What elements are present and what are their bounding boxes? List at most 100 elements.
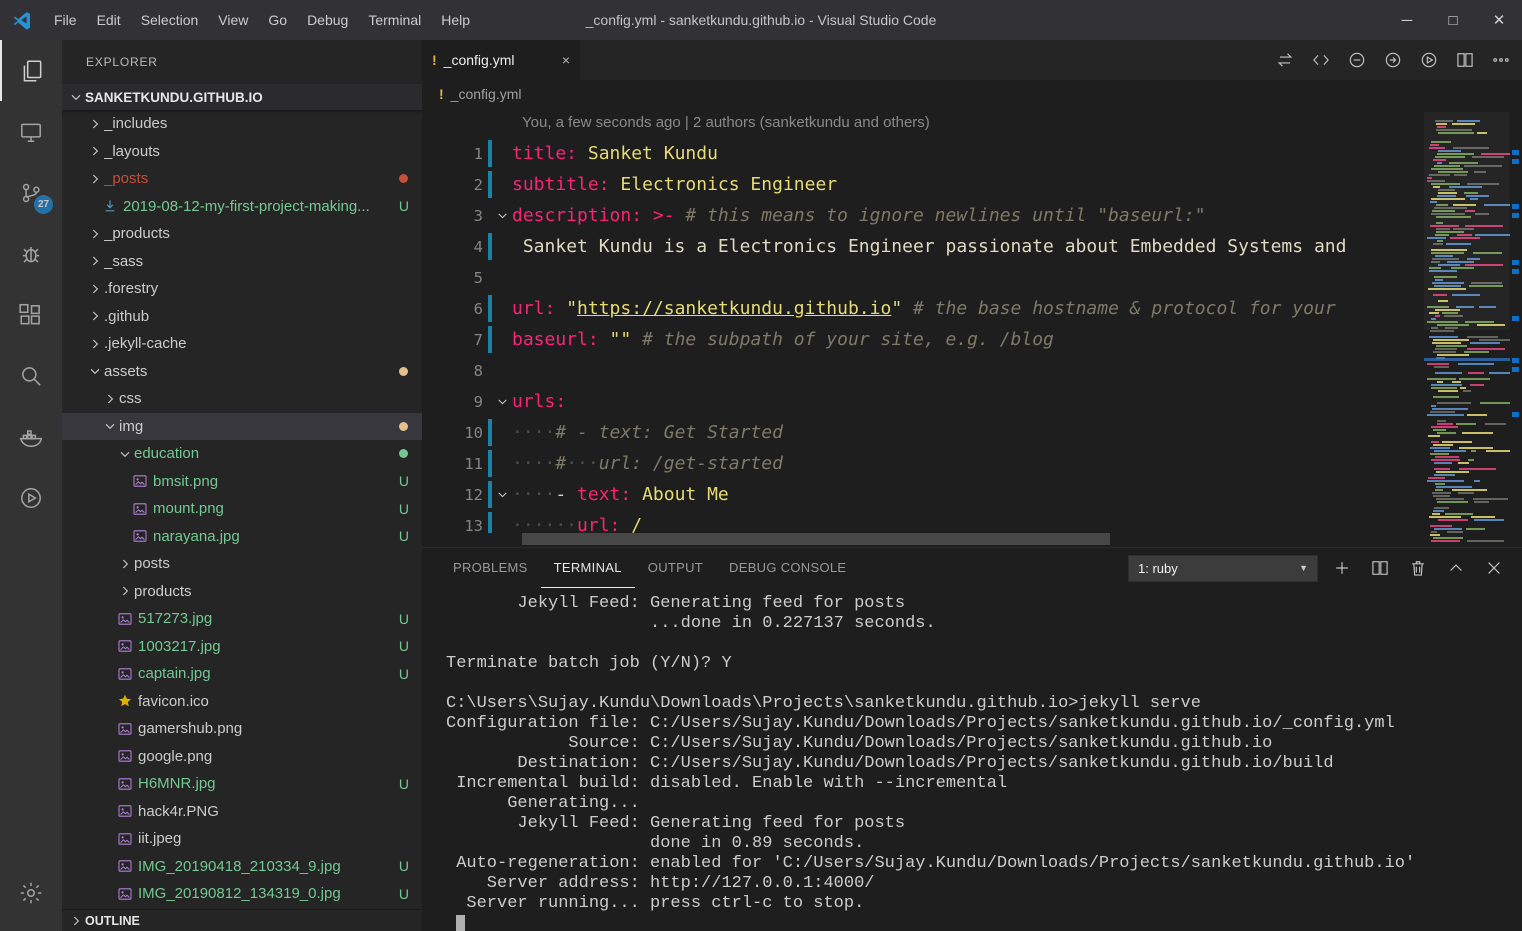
split-terminal-icon[interactable] [1365,554,1394,583]
menu-view[interactable]: View [208,0,258,40]
line-number: 4 [422,238,488,256]
tree-item-assets[interactable]: assets [62,358,422,386]
menu-file[interactable]: File [44,0,87,40]
tree-item-hack4r-png[interactable]: hack4r.PNG [62,798,422,826]
source-control-button[interactable]: 27 [0,162,62,223]
minimize-button[interactable]: ─ [1384,0,1430,40]
extensions-button[interactable] [0,284,62,345]
tree-item-includes[interactable]: _includes [62,110,422,138]
next-change-icon[interactable] [1377,45,1408,75]
image-file-icon [115,720,135,737]
tree-item-education[interactable]: education [62,440,422,468]
remote-explorer-button[interactable] [0,101,62,162]
tree-item-bmsit-png[interactable]: bmsit.pngU [62,468,422,496]
fold-chevron-icon[interactable] [492,395,512,408]
kill-terminal-icon[interactable] [1403,554,1432,583]
docker-button[interactable] [0,406,62,467]
tree-item-google-png[interactable]: google.png [62,743,422,771]
more-actions-icon[interactable] [1485,45,1516,75]
tree-item-jekyll-cache[interactable]: .jekyll-cache [62,330,422,358]
code-line-2[interactable]: 2subtitle: Electronics Engineer [422,169,1424,200]
tree-item-1003217-jpg[interactable]: 1003217.jpgU [62,633,422,661]
terminal-picker[interactable]: 1: ruby ▼ [1128,555,1318,582]
code-line-8[interactable]: 8 [422,355,1424,386]
breadcrumb[interactable]: ! _config.yml [422,80,1522,108]
tree-item-posts[interactable]: posts [62,550,422,578]
explorer-button[interactable] [0,40,62,101]
code-line-7[interactable]: 7baseurl: "" # the subpath of your site,… [422,324,1424,355]
code-line-4[interactable]: 4 Sanket Kundu is a Electronics Engineer… [422,231,1424,262]
code-line-10[interactable]: 10····# - text: Get Started [422,417,1424,448]
tree-item-products[interactable]: _products [62,220,422,248]
manage-button[interactable] [0,862,62,923]
tree-item-narayana-jpg[interactable]: narayana.jpgU [62,523,422,551]
minimap[interactable] [1424,112,1510,545]
tab-config-yml[interactable]: ! _config.yml × [422,40,580,80]
tree-item-iit-jpeg[interactable]: iit.jpeg [62,825,422,853]
run-code-icon[interactable] [1413,45,1444,75]
tree-item-css[interactable]: css [62,385,422,413]
horizontal-scrollbar[interactable] [522,533,1110,545]
tree-item-sass[interactable]: _sass [62,248,422,276]
tree-item-gamershub-png[interactable]: gamershub.png [62,715,422,743]
tree-item-label: education [134,445,199,462]
tab-close-icon[interactable]: × [562,52,570,68]
tree-item-captain-jpg[interactable]: captain.jpgU [62,660,422,688]
menu-edit[interactable]: Edit [87,0,131,40]
menu-help[interactable]: Help [431,0,480,40]
fold-chevron-icon[interactable] [492,209,512,222]
close-panel-icon[interactable] [1479,554,1508,583]
tree-item-2019-08-12-my-first-project-making[interactable]: 2019-08-12-my-first-project-making...U [62,193,422,221]
tree-item-products[interactable]: products [62,578,422,606]
close-button[interactable]: ✕ [1476,0,1522,40]
maximize-panel-icon[interactable] [1441,554,1470,583]
tree-item-forestry[interactable]: .forestry [62,275,422,303]
fold-chevron-icon[interactable] [492,488,512,501]
code-line-6[interactable]: 6url: "https://sanketkundu.github.io" # … [422,293,1424,324]
debug-button[interactable] [0,223,62,284]
code-brackets-icon[interactable] [1305,45,1336,75]
tree-item-favicon-ico[interactable]: favicon.ico [62,688,422,716]
tree-item-mount-png[interactable]: mount.pngU [62,495,422,523]
code-editor[interactable]: You, a few seconds ago | 2 authors (sank… [422,108,1424,533]
split-editor-icon[interactable] [1449,45,1480,75]
tree-item-img[interactable]: img [62,413,422,441]
chevron-right-icon [85,169,104,188]
menu-go[interactable]: Go [258,0,297,40]
code-text: title: Sanket Kundu [512,143,718,164]
tree-item-github[interactable]: .github [62,303,422,331]
tree-item-layouts[interactable]: _layouts [62,138,422,166]
tree-item-img-20190812-134319-0-jpg[interactable]: IMG_20190812_134319_0.jpgU [62,880,422,908]
menu-debug[interactable]: Debug [297,0,358,40]
maximize-button[interactable]: □ [1430,0,1476,40]
code-runner-button[interactable] [0,467,62,528]
search-button[interactable] [0,345,62,406]
tab-output[interactable]: OUTPUT [635,548,716,588]
chevron-right-icon [115,582,134,601]
previous-change-icon[interactable] [1341,45,1372,75]
tree-root-header[interactable]: SANKETKUNDU.GITHUB.IO [62,84,422,110]
code-line-9[interactable]: 9urls: [422,386,1424,417]
code-line-13[interactable]: 13······url: / [422,510,1424,533]
tree-item-img-20190418-210334-9-jpg[interactable]: IMG_20190418_210334_9.jpgU [62,853,422,881]
tab-terminal[interactable]: TERMINAL [541,548,635,588]
line-number: 6 [422,300,488,318]
open-changes-icon[interactable] [1269,45,1300,75]
code-line-5[interactable]: 5 [422,262,1424,293]
image-file-icon [115,665,135,682]
code-line-3[interactable]: 3description: >- # this means to ignore … [422,200,1424,231]
tree-item-posts[interactable]: _posts [62,165,422,193]
terminal-output[interactable]: Jekyll Feed: Generating feed for posts .… [422,594,1522,931]
overview-ruler[interactable] [1510,112,1522,545]
menu-selection[interactable]: Selection [131,0,209,40]
tab-debug-console[interactable]: DEBUG CONSOLE [716,548,859,588]
tree-item-h6mnr-jpg[interactable]: H6MNR.jpgU [62,770,422,798]
code-line-12[interactable]: 12····- text: About Me [422,479,1424,510]
code-line-11[interactable]: 11····#···url: /get-started [422,448,1424,479]
code-line-1[interactable]: 1title: Sanket Kundu [422,138,1424,169]
tree-item-517273-jpg[interactable]: 517273.jpgU [62,605,422,633]
new-terminal-icon[interactable] [1327,554,1356,583]
outline-section-header[interactable]: OUTLINE [62,909,422,931]
tab-problems[interactable]: PROBLEMS [440,548,541,588]
menu-terminal[interactable]: Terminal [358,0,431,40]
